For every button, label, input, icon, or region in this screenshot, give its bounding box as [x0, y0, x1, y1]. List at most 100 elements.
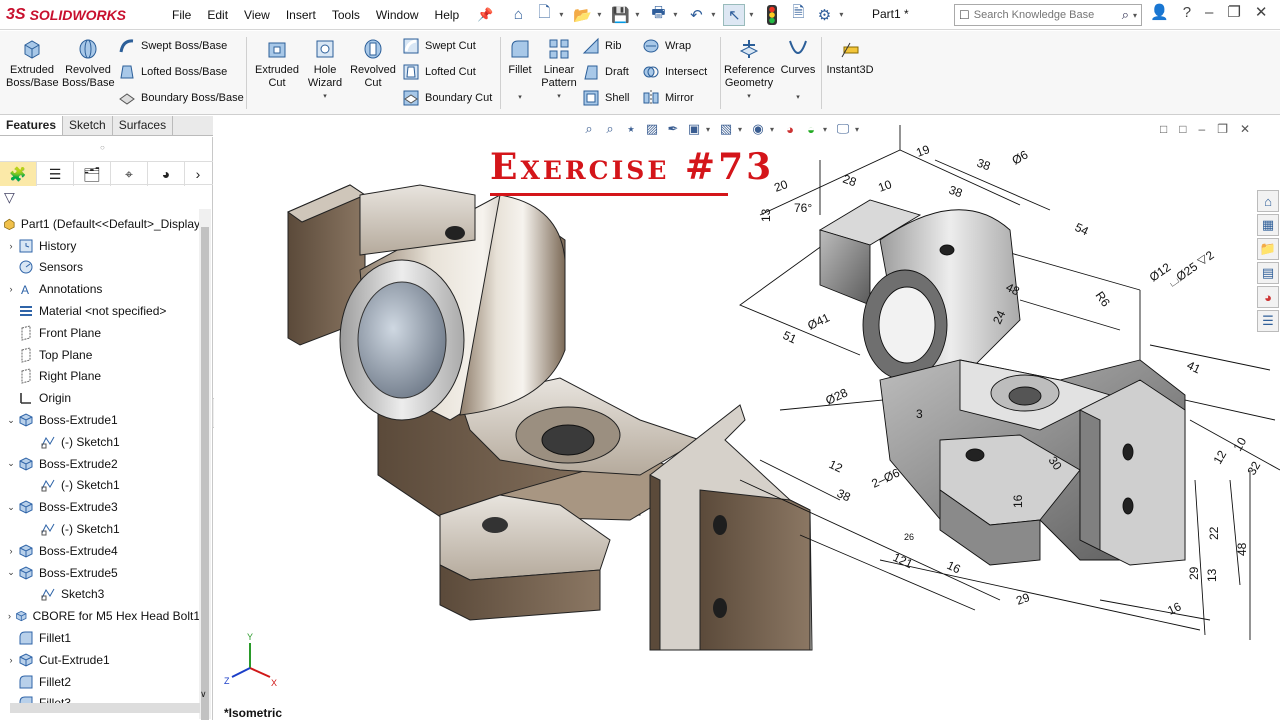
- tree-item[interactable]: ⌄ Boss-Extrude1: [0, 409, 200, 431]
- menu-edit[interactable]: Edit: [199, 8, 236, 22]
- minimize-icon[interactable]: –: [1205, 4, 1213, 21]
- view-orientation-icon[interactable]: ▣: [685, 120, 703, 138]
- search-input[interactable]: [973, 9, 1104, 21]
- draft-button[interactable]: Draft: [582, 61, 629, 83]
- apply-scene-icon[interactable]: ◒: [802, 120, 820, 138]
- swept-cut-button[interactable]: Swept Cut: [402, 35, 476, 57]
- wrap-button[interactable]: Wrap: [642, 35, 691, 57]
- tab-sketch[interactable]: Sketch: [63, 116, 113, 135]
- reference-geometry-button[interactable]: Reference Geometry ▾: [724, 37, 775, 103]
- hole-wizard-button[interactable]: Hole Wizard ▾: [302, 37, 348, 103]
- linear-pattern-dropdown-icon[interactable]: ▾: [538, 90, 580, 103]
- restore-icon[interactable]: ❐: [1227, 3, 1240, 21]
- search-icon[interactable]: ⌕: [1122, 7, 1129, 23]
- hole-wizard-dropdown-icon[interactable]: ▾: [302, 90, 348, 103]
- solidworks-resources-home-icon[interactable]: ⌂: [1257, 190, 1279, 212]
- graphics-area[interactable]: 19 38 Ø6 28 10 38 20 76° 13 54 Ø12 ⌴Ø25 …: [214, 116, 1280, 720]
- shell-button[interactable]: Shell: [582, 87, 629, 109]
- options-gear-icon[interactable]: ⚙: [813, 4, 835, 26]
- tree-item[interactable]: Material <not specified>: [0, 300, 200, 322]
- select-dropdown-icon[interactable]: ▾: [749, 10, 757, 19]
- tree-expand-chevron-icon[interactable]: ›: [4, 611, 15, 621]
- tree-item[interactable]: Sketch3: [0, 584, 200, 606]
- tree-vertical-scrollbar[interactable]: [199, 209, 211, 720]
- pin-icon[interactable]: 📌: [477, 7, 493, 23]
- search-dropdown-icon[interactable]: ▾: [1133, 11, 1141, 20]
- tree-item[interactable]: ⌄ Boss-Extrude3: [0, 496, 200, 518]
- menu-file[interactable]: File: [164, 8, 199, 22]
- linear-pattern-button[interactable]: Linear Pattern ▾: [538, 37, 580, 103]
- tree-item[interactable]: › CBORE for M5 Hex Head Bolt1: [0, 605, 200, 627]
- zoom-to-area-icon[interactable]: ⌕: [601, 120, 619, 138]
- tree-expand-chevron-icon[interactable]: ›: [4, 655, 18, 665]
- revolved-cut-button[interactable]: Revolved Cut: [349, 37, 397, 90]
- tab-features[interactable]: Features: [0, 116, 64, 135]
- tree-item[interactable]: Fillet1: [0, 627, 200, 649]
- instant3d-button[interactable]: Instant3D: [824, 37, 876, 77]
- scene-dropdown-icon[interactable]: ▾: [823, 125, 831, 134]
- tree-expand-chevron-icon[interactable]: ⌄: [4, 458, 18, 469]
- lofted-cut-button[interactable]: Lofted Cut: [402, 61, 476, 83]
- save-icon[interactable]: 💾: [609, 4, 631, 26]
- tree-item[interactable]: Part1 (Default<<Default>_Display: [0, 213, 200, 235]
- view-settings-dropdown-icon[interactable]: ▾: [855, 125, 863, 134]
- tree-item[interactable]: (-) Sketch1: [0, 518, 200, 540]
- tree-item[interactable]: › Boss-Extrude4: [0, 540, 200, 562]
- tree-expand-chevron-icon[interactable]: ›: [4, 284, 18, 294]
- tree-item[interactable]: › A Annotations: [0, 278, 200, 300]
- open-folder-icon[interactable]: 📂: [571, 4, 593, 26]
- open-dropdown-icon[interactable]: ▾: [597, 10, 605, 19]
- help-question-icon[interactable]: ?: [1183, 4, 1191, 21]
- revolved-boss-button[interactable]: Revolved Boss/Base: [62, 37, 115, 90]
- select-pointer-icon[interactable]: ↖: [723, 3, 746, 26]
- hide-show-dropdown-icon[interactable]: ▾: [770, 125, 778, 134]
- solidworks-logo[interactable]: 3S SOLIDWORKS: [0, 0, 150, 30]
- view-orientation-dropdown-icon[interactable]: ▾: [706, 125, 714, 134]
- new-document-icon[interactable]: 🗋: [533, 4, 555, 26]
- curves-button[interactable]: Curves ▾: [779, 37, 817, 104]
- menu-insert[interactable]: Insert: [278, 8, 324, 22]
- undo-icon[interactable]: ↶: [685, 4, 707, 26]
- tree-expand-chevron-icon[interactable]: ⌄: [4, 415, 18, 426]
- tree-item[interactable]: Sensors: [0, 257, 200, 279]
- view-palette-icon[interactable]: ▤: [1257, 262, 1279, 284]
- search-scope-icon[interactable]: ☐: [959, 8, 970, 22]
- tree-item[interactable]: › Cut-Extrude1: [0, 649, 200, 671]
- viewport-close-icon[interactable]: ✕: [1240, 122, 1250, 136]
- property-manager-tab-icon[interactable]: ☰: [37, 162, 74, 186]
- curves-dropdown-icon[interactable]: ▾: [779, 91, 817, 104]
- close-icon[interactable]: ✕: [1255, 3, 1268, 21]
- configuration-manager-tab-icon[interactable]: 🗂: [74, 162, 111, 186]
- menu-window[interactable]: Window: [368, 8, 427, 22]
- tree-item[interactable]: Right Plane: [0, 366, 200, 388]
- fillet-button[interactable]: Fillet ▾: [505, 37, 535, 104]
- menu-help[interactable]: Help: [427, 8, 468, 22]
- hide-show-items-icon[interactable]: ◉: [749, 120, 767, 138]
- file-explorer-icon[interactable]: 📁: [1257, 238, 1279, 260]
- dynamic-annotation-icon[interactable]: ✒: [664, 120, 682, 138]
- tree-item[interactable]: Origin: [0, 387, 200, 409]
- viewport-next-icon[interactable]: □: [1179, 122, 1186, 136]
- scrollbar-thumb[interactable]: [201, 227, 209, 720]
- tabs-chevron-right-icon[interactable]: ›: [185, 162, 211, 186]
- undo-dropdown-icon[interactable]: ▾: [711, 10, 719, 19]
- shaded-part-model[interactable]: [286, 184, 813, 651]
- viewport-minimize-icon[interactable]: –: [1199, 122, 1206, 136]
- user-account-icon[interactable]: 👤: [1150, 3, 1169, 21]
- save-dropdown-icon[interactable]: ▾: [635, 10, 643, 19]
- tree-item[interactable]: Top Plane: [0, 344, 200, 366]
- menu-view[interactable]: View: [236, 8, 278, 22]
- fillet-dropdown-icon[interactable]: ▾: [505, 91, 535, 104]
- lofted-boss-button[interactable]: Lofted Boss/Base: [118, 61, 227, 83]
- tree-item[interactable]: (-) Sketch1: [0, 431, 200, 453]
- new-dropdown-icon[interactable]: ▾: [559, 10, 567, 19]
- print-dropdown-icon[interactable]: ▾: [673, 10, 681, 19]
- print-icon[interactable]: 🖶: [647, 4, 669, 26]
- boundary-boss-button[interactable]: Boundary Boss/Base: [118, 87, 244, 109]
- zoom-to-fit-icon[interactable]: ⌕: [580, 120, 598, 138]
- file-properties-icon[interactable]: 🗎: [787, 4, 809, 26]
- panel-grip-icon[interactable]: ○: [100, 143, 105, 152]
- rebuild-traffic-light-icon[interactable]: [761, 4, 783, 26]
- tree-item[interactable]: Fillet2: [0, 671, 200, 693]
- tree-expand-chevron-icon[interactable]: ⌄: [4, 567, 18, 578]
